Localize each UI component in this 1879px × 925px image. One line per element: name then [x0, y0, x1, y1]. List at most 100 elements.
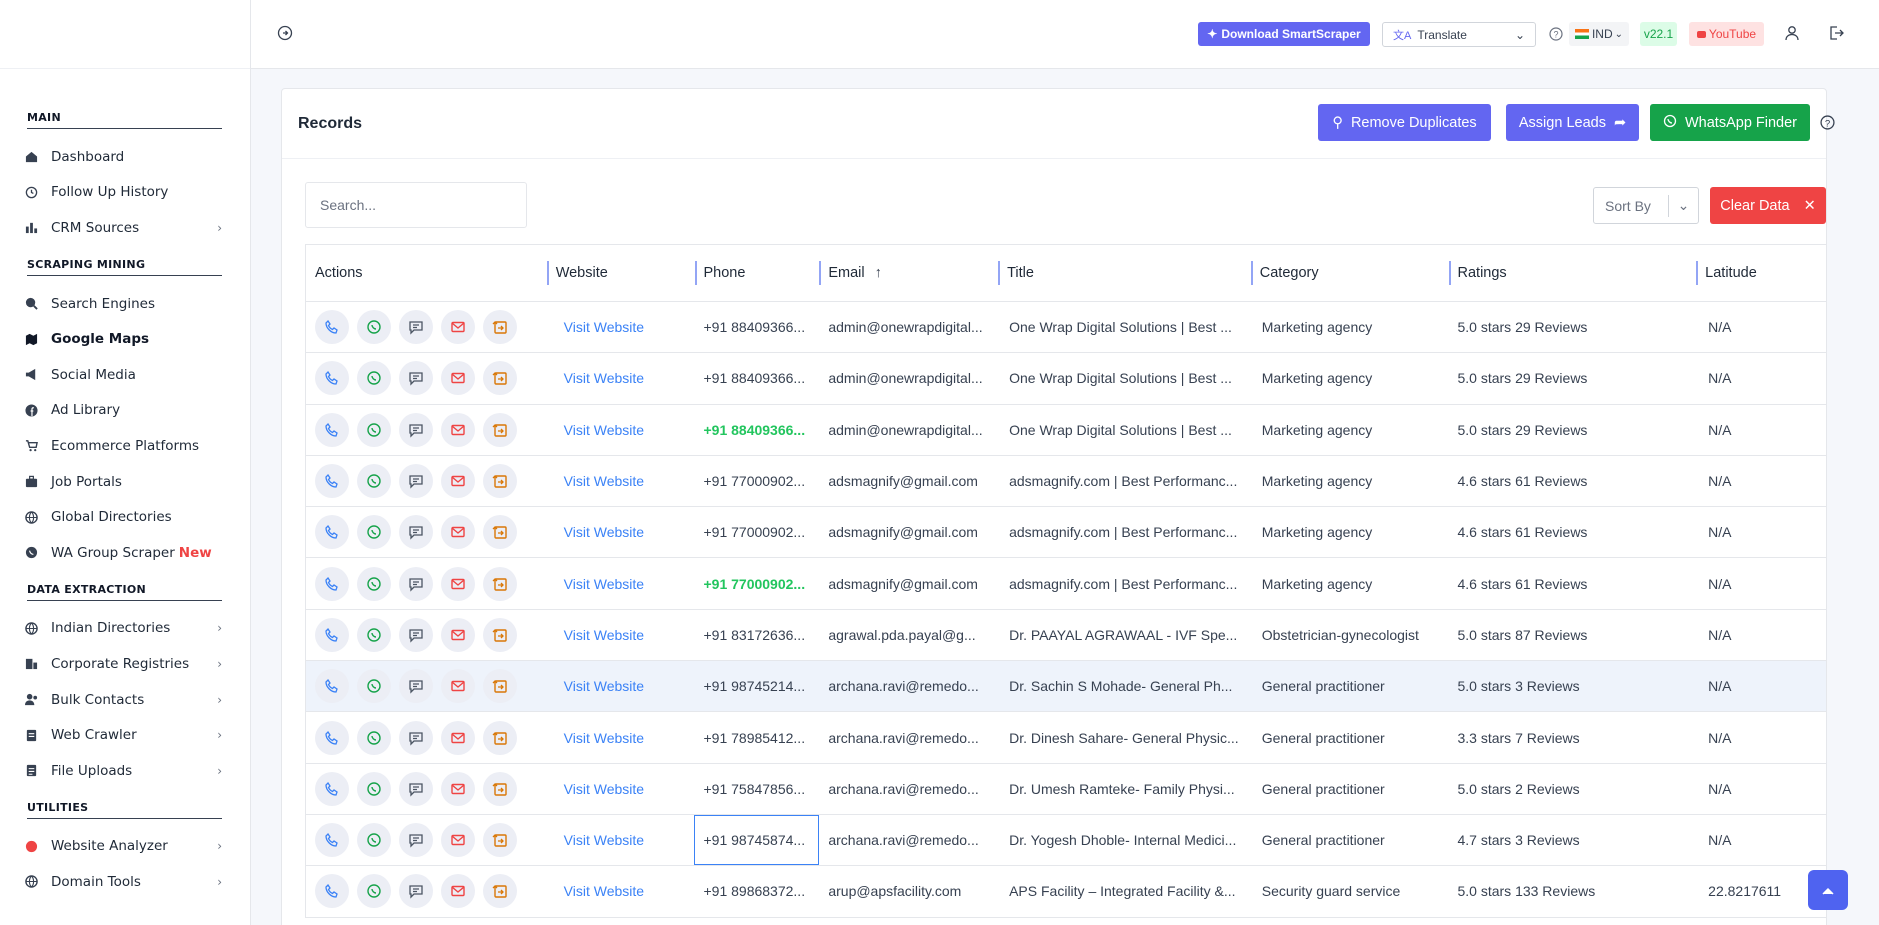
whatsapp-action-button[interactable]: [357, 874, 391, 909]
sidebar-item-crm-sources[interactable]: CRM Sources ›: [0, 210, 250, 246]
phone-action-button[interactable]: [315, 310, 349, 345]
table-row[interactable]: Visit Website +91 98745874... archana.ra…: [306, 814, 1826, 867]
sms-action-button[interactable]: [399, 310, 433, 345]
website-link[interactable]: Visit Website: [547, 302, 695, 352]
sidebar-item-search-engines[interactable]: Search Engines: [0, 286, 250, 322]
whatsapp-finder-button[interactable]: WhatsApp Finder: [1650, 104, 1810, 141]
website-link[interactable]: Visit Website: [547, 353, 695, 403]
email-action-button[interactable]: [441, 823, 475, 858]
sms-action-button[interactable]: [399, 823, 433, 858]
phone-cell[interactable]: +91 88409366...: [694, 405, 819, 455]
collapse-sidebar-icon[interactable]: [277, 25, 293, 44]
table-row[interactable]: Visit Website +91 83172636... agrawal.pd…: [306, 610, 1826, 662]
sidebar-item-web-crawler[interactable]: Web Crawler ›: [0, 717, 250, 753]
sms-action-button[interactable]: [399, 566, 433, 601]
follow-up-action-button[interactable]: [483, 617, 517, 652]
follow-up-action-button[interactable]: [483, 412, 517, 447]
help-icon[interactable]: ?: [1820, 115, 1835, 133]
table-row[interactable]: Visit Website +91 89868372... arup@apsfa…: [306, 866, 1826, 918]
email-action-button[interactable]: [441, 874, 475, 909]
table-row[interactable]: Visit Website +91 77000902... adsmagnify…: [306, 507, 1826, 559]
phone-cell[interactable]: +91 88409366...: [694, 302, 819, 352]
phone-action-button[interactable]: [315, 720, 349, 755]
whatsapp-action-button[interactable]: [357, 412, 391, 447]
phone-action-button[interactable]: [315, 617, 349, 652]
email-action-button[interactable]: [441, 515, 475, 550]
follow-up-action-button[interactable]: [483, 771, 517, 806]
whatsapp-action-button[interactable]: [357, 310, 391, 345]
scroll-to-top-button[interactable]: [1808, 870, 1848, 910]
youtube-button[interactable]: YouTube: [1689, 22, 1764, 46]
whatsapp-action-button[interactable]: [357, 361, 391, 396]
email-action-button[interactable]: [441, 669, 475, 704]
email-action-button[interactable]: [441, 310, 475, 345]
phone-action-button[interactable]: [315, 515, 349, 550]
sidebar-item-website-analyzer[interactable]: Website Analyzer ›: [0, 829, 250, 865]
phone-cell[interactable]: +91 77000902...: [694, 507, 819, 557]
follow-up-action-button[interactable]: [483, 515, 517, 550]
whatsapp-action-button[interactable]: [357, 823, 391, 858]
assign-leads-button[interactable]: Assign Leads ➦: [1506, 104, 1639, 141]
sidebar-item-domain-tools[interactable]: Domain Tools ›: [0, 864, 250, 900]
whatsapp-action-button[interactable]: [357, 464, 391, 499]
follow-up-action-button[interactable]: [483, 823, 517, 858]
website-link[interactable]: Visit Website: [547, 661, 695, 711]
phone-action-button[interactable]: [315, 566, 349, 601]
phone-action-button[interactable]: [315, 771, 349, 806]
translate-select[interactable]: 文A Translate ⌄: [1382, 22, 1536, 47]
table-row[interactable]: Visit Website +91 88409366... admin@onew…: [306, 302, 1826, 354]
sms-action-button[interactable]: [399, 515, 433, 550]
email-action-button[interactable]: [441, 720, 475, 755]
sms-action-button[interactable]: [399, 617, 433, 652]
website-link[interactable]: Visit Website: [547, 610, 695, 660]
phone-cell[interactable]: +91 89868372...: [694, 866, 819, 916]
sms-action-button[interactable]: [399, 720, 433, 755]
whatsapp-action-button[interactable]: [357, 617, 391, 652]
email-action-button[interactable]: [441, 771, 475, 806]
follow-up-action-button[interactable]: [483, 464, 517, 499]
email-action-button[interactable]: [441, 464, 475, 499]
sms-action-button[interactable]: [399, 669, 433, 704]
download-smartscraper-button[interactable]: ✦ Download SmartScraper: [1198, 22, 1370, 46]
phone-cell[interactable]: +91 77000902...: [694, 558, 819, 608]
email-action-button[interactable]: [441, 361, 475, 396]
follow-up-action-button[interactable]: [483, 310, 517, 345]
phone-action-button[interactable]: [315, 361, 349, 396]
sms-action-button[interactable]: [399, 874, 433, 909]
phone-cell[interactable]: +91 78985412...: [694, 712, 819, 762]
follow-up-action-button[interactable]: [483, 874, 517, 909]
column-header-latitude[interactable]: Latitude: [1696, 261, 1826, 285]
logout-icon[interactable]: [1828, 25, 1844, 44]
sms-action-button[interactable]: [399, 361, 433, 396]
phone-action-button[interactable]: [315, 412, 349, 447]
sidebar-item-ecommerce-platforms[interactable]: Ecommerce Platforms: [0, 428, 250, 464]
whatsapp-action-button[interactable]: [357, 669, 391, 704]
email-action-button[interactable]: [441, 617, 475, 652]
column-header-website[interactable]: Website: [546, 261, 695, 285]
phone-cell[interactable]: +91 77000902...: [694, 456, 819, 506]
sms-action-button[interactable]: [399, 771, 433, 806]
sms-action-button[interactable]: [399, 464, 433, 499]
sidebar-item-wa-group-scraper[interactable]: WA Group Scraper New: [0, 535, 250, 571]
sidebar-item-job-portals[interactable]: Job Portals: [0, 464, 250, 500]
follow-up-action-button[interactable]: [483, 566, 517, 601]
table-row[interactable]: Visit Website +91 88409366... admin@onew…: [306, 405, 1826, 456]
column-header-title[interactable]: Title: [998, 261, 1251, 285]
phone-cell[interactable]: +91 98745214...: [694, 661, 819, 711]
remove-duplicates-button[interactable]: ⚲ Remove Duplicates: [1318, 104, 1491, 141]
table-row[interactable]: Visit Website +91 77000902... adsmagnify…: [306, 456, 1826, 508]
website-link[interactable]: Visit Website: [547, 456, 695, 506]
follow-up-action-button[interactable]: [483, 361, 517, 396]
column-header-phone[interactable]: Phone: [694, 261, 820, 285]
phone-cell[interactable]: +91 98745874...: [694, 814, 820, 866]
sidebar-item-social-media[interactable]: Social Media: [0, 357, 250, 393]
phone-action-button[interactable]: [315, 464, 349, 499]
website-link[interactable]: Visit Website: [547, 764, 695, 814]
phone-cell[interactable]: +91 88409366...: [694, 353, 819, 403]
sidebar-item-follow-up-history[interactable]: Follow Up History: [0, 175, 250, 211]
whatsapp-action-button[interactable]: [357, 566, 391, 601]
website-link[interactable]: Visit Website: [547, 558, 695, 608]
sidebar-item-indian-directories[interactable]: Indian Directories ›: [0, 611, 250, 647]
column-header-email[interactable]: Email ↑: [819, 261, 998, 285]
whatsapp-action-button[interactable]: [357, 720, 391, 755]
